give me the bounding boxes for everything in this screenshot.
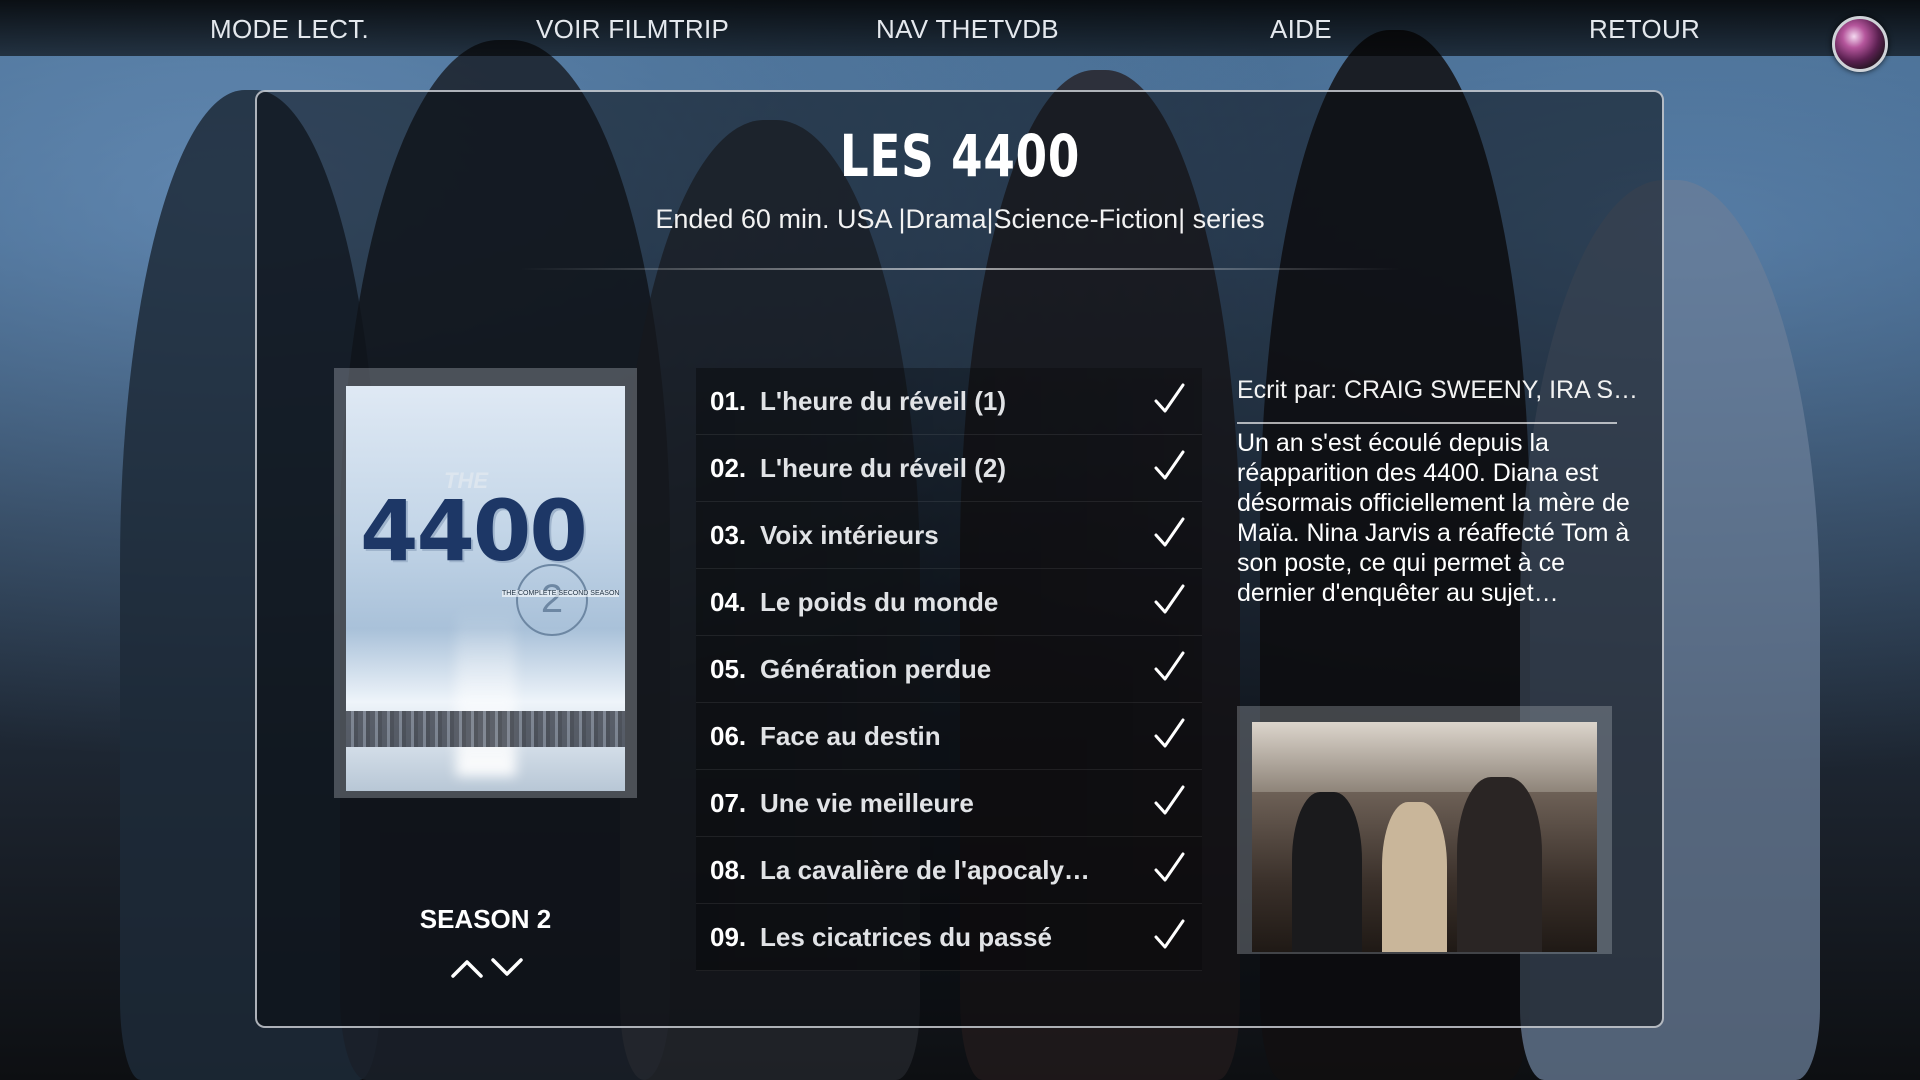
- title-divider: [520, 268, 1400, 270]
- episode-row[interactable]: 06. Face au destin: [696, 703, 1202, 770]
- episode-number: 06.: [710, 721, 747, 751]
- episode-number: 05.: [710, 654, 747, 684]
- poster-season-number: 2: [516, 564, 588, 636]
- still-person: [1457, 777, 1542, 952]
- nav-mode-lecture[interactable]: MODE LECT.: [210, 14, 369, 45]
- check-icon: [1154, 919, 1185, 949]
- episode-number: 08.: [710, 855, 747, 885]
- check-icon: [1154, 785, 1185, 815]
- episode-number: 01.: [710, 386, 747, 416]
- still-ceiling: [1252, 722, 1597, 792]
- still-person: [1292, 792, 1362, 952]
- episode-title: La cavalière de l'apocaly…: [760, 855, 1090, 885]
- episode-number: 07.: [710, 788, 747, 818]
- check-icon: [1154, 450, 1185, 480]
- check-icon: [1154, 584, 1185, 614]
- nav-aide[interactable]: AIDE: [1270, 14, 1332, 45]
- episode-title: Le poids du monde: [760, 587, 999, 617]
- episode-row[interactable]: 08. La cavalière de l'apocaly…: [696, 837, 1202, 904]
- check-icon: [1154, 383, 1185, 413]
- episode-title: Les cicatrices du passé: [760, 922, 1052, 952]
- episode-row[interactable]: 09. Les cicatrices du passé: [696, 904, 1202, 971]
- episode-row[interactable]: 05. Génération perdue: [696, 636, 1202, 703]
- season-poster[interactable]: THE 4400 2 THE COMPLETE SECOND SEASON: [346, 386, 625, 791]
- poster-crowd: [346, 711, 625, 747]
- check-icon: [1154, 852, 1185, 882]
- episode-title: L'heure du réveil (1): [760, 386, 1007, 416]
- chevron-up-icon[interactable]: [450, 954, 484, 982]
- episode-title: Une vie meilleure: [760, 788, 974, 818]
- nav-retour[interactable]: RETOUR: [1589, 14, 1700, 45]
- still-person: [1382, 802, 1447, 952]
- episode-number: 02.: [710, 453, 747, 483]
- check-icon: [1154, 718, 1185, 748]
- nav-voir-filmtrip[interactable]: VOIR FILMTRIP: [536, 14, 729, 45]
- episode-row[interactable]: 03. Voix intérieurs: [696, 502, 1202, 569]
- chevron-down-icon[interactable]: [490, 954, 524, 982]
- check-icon: [1154, 651, 1185, 681]
- episode-row[interactable]: 02. L'heure du réveil (2): [696, 435, 1202, 502]
- episode-title: Voix intérieurs: [760, 520, 939, 550]
- top-nav-bar: MODE LECT. VOIR FILMTRIP NAV THETVDB AID…: [0, 0, 1920, 56]
- writer-divider: [1237, 422, 1617, 424]
- check-icon: [1154, 517, 1185, 547]
- writer-credit: Ecrit par: CRAIG SWEENY, IRA S…: [1237, 376, 1639, 404]
- episode-number: 04.: [710, 587, 747, 617]
- episode-row[interactable]: 04. Le poids du monde: [696, 569, 1202, 636]
- episode-number: 03.: [710, 520, 747, 550]
- show-title: LES 4400: [839, 122, 1081, 190]
- episode-row[interactable]: 01. L'heure du réveil (1): [696, 368, 1202, 435]
- episode-title: Face au destin: [760, 721, 941, 751]
- poster-tagline: THE COMPLETE SECOND SEASON: [502, 590, 620, 597]
- nav-thetvdb[interactable]: NAV THETVDB: [876, 14, 1059, 45]
- episode-list: 01. L'heure du réveil (1) 02. L'heure du ré…: [696, 368, 1202, 971]
- episode-row[interactable]: 07. Une vie meilleure: [696, 770, 1202, 837]
- episode-number: 09.: [710, 922, 747, 952]
- app-logo-icon[interactable]: [1832, 16, 1888, 72]
- plot-summary: Un an s'est écoulé depuis la réapparitio…: [1237, 429, 1630, 607]
- poster-light-beam: [456, 606, 516, 776]
- episode-title: L'heure du réveil (2): [760, 453, 1007, 483]
- show-info: Ended 60 min. USA |Drama|Science-Fiction…: [655, 204, 1265, 234]
- episode-still-image: [1252, 722, 1597, 952]
- episode-title: Génération perdue: [760, 654, 992, 684]
- season-label: SEASON 2: [419, 904, 552, 934]
